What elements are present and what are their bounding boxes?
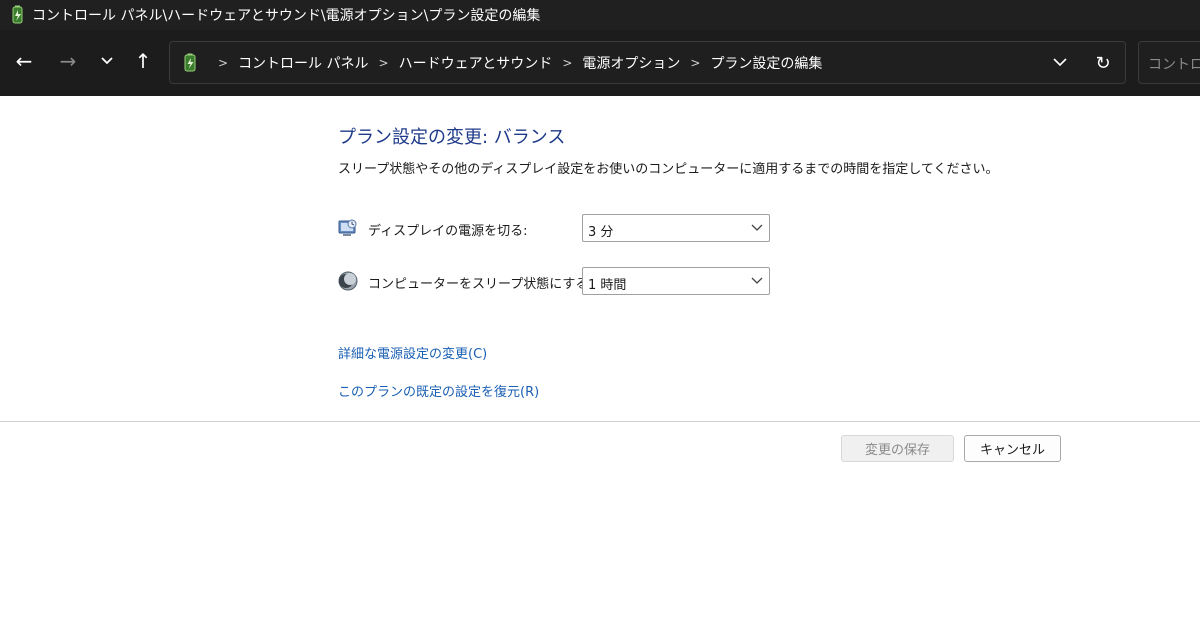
- display-off-select[interactable]: 3 分: [582, 214, 770, 242]
- back-button[interactable]: ←: [9, 46, 39, 76]
- advanced-power-settings-link[interactable]: 詳細な電源設定の変更(C): [338, 343, 487, 362]
- page-title: プラン設定の変更: バランス: [338, 127, 566, 148]
- page-description: スリープ状態やその他のディスプレイ設定をお使いのコンピューターに適用するまでの時…: [338, 162, 999, 177]
- chevron-down-icon: [751, 277, 763, 284]
- arrow-left-icon: ←: [15, 49, 33, 73]
- display-off-value: 3 分: [588, 225, 614, 240]
- chevron-down-icon: [751, 224, 763, 231]
- chevron-down-icon: [1053, 57, 1067, 66]
- sleep-select[interactable]: 1 時間: [582, 267, 770, 295]
- breadcrumb-hardware-sound[interactable]: ハードウェアとサウンド: [399, 53, 553, 73]
- chevron-down-icon: [101, 57, 113, 65]
- up-button[interactable]: ↑: [128, 46, 158, 76]
- breadcrumb-power-options[interactable]: 電源オプション: [582, 53, 680, 73]
- navigation-bar: ← → ↑ > コントロール パネル > ハードウェアとサウンド > 電源オプシ…: [0, 30, 1200, 96]
- arrow-up-icon: ↑: [134, 49, 152, 73]
- sleep-moon-icon: [338, 271, 358, 291]
- search-input[interactable]: コントロール: [1138, 41, 1200, 84]
- sleep-setting: コンピューターをスリープ状態にする: 1 時間: [338, 267, 778, 297]
- sleep-label: コンピューターをスリープ状態にする:: [368, 277, 593, 292]
- window-title: コントロール パネル\ハードウェアとサウンド\電源オプション\プラン設定の編集: [32, 8, 541, 24]
- address-bar[interactable]: > コントロール パネル > ハードウェアとサウンド > 電源オプション > プ…: [169, 41, 1126, 84]
- battery-location-icon: [181, 53, 199, 73]
- arrow-right-icon: →: [59, 49, 77, 73]
- title-bar: コントロール パネル\ハードウェアとサウンド\電源オプション\プラン設定の編集: [0, 0, 1200, 30]
- chevron-right-icon[interactable]: >: [218, 56, 228, 70]
- breadcrumb-edit-plan[interactable]: プラン設定の編集: [710, 53, 822, 73]
- address-history-button[interactable]: [1048, 50, 1072, 74]
- breadcrumb-control-panel[interactable]: コントロール パネル: [238, 53, 368, 73]
- save-button[interactable]: 変更の保存: [841, 435, 954, 462]
- display-off-setting: ディスプレイの電源を切る: 3 分: [338, 214, 778, 244]
- refresh-button[interactable]: ↻: [1090, 50, 1116, 76]
- recent-locations-button[interactable]: [92, 46, 122, 76]
- cancel-button[interactable]: キャンセル: [964, 435, 1061, 462]
- chevron-right-icon[interactable]: >: [690, 56, 700, 70]
- divider: [0, 421, 1200, 422]
- refresh-icon: ↻: [1095, 52, 1111, 74]
- chevron-right-icon[interactable]: >: [562, 56, 572, 70]
- forward-button[interactable]: →: [53, 46, 83, 76]
- sleep-value: 1 時間: [588, 278, 627, 293]
- restore-defaults-link[interactable]: このプランの既定の設定を復元(R): [338, 381, 539, 400]
- monitor-power-icon: [338, 218, 358, 238]
- battery-app-icon: [9, 5, 25, 25]
- breadcrumb: > コントロール パネル > ハードウェアとサウンド > 電源オプション > プ…: [208, 42, 822, 83]
- chevron-right-icon[interactable]: >: [379, 56, 389, 70]
- display-off-label: ディスプレイの電源を切る:: [368, 224, 528, 239]
